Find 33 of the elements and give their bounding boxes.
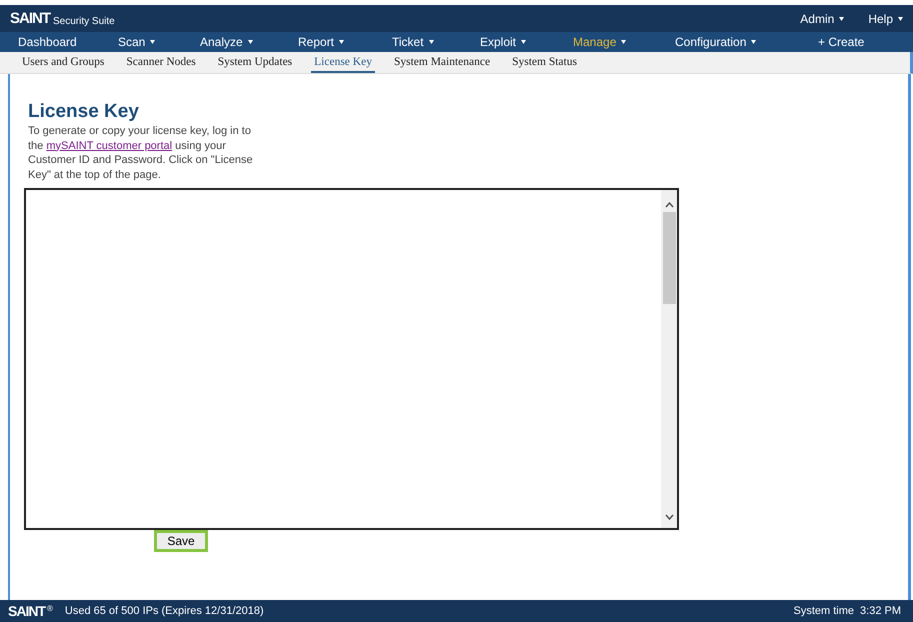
nav-item[interactable]: Ticket — [384, 35, 472, 49]
nav-item[interactable]: Manage — [565, 35, 667, 49]
subnav-tab[interactable]: Scanner Nodes — [123, 52, 199, 73]
nav-item[interactable]: Analyze — [192, 35, 290, 49]
nav-item[interactable]: Exploit — [472, 35, 565, 49]
logo: SAINT — [10, 10, 50, 28]
top-menu[interactable]: Admin — [800, 12, 844, 26]
portal-link[interactable]: mySAINT customer portal — [46, 140, 172, 152]
subnav-tab[interactable]: System Status — [509, 52, 580, 73]
intro-text: To generate or copy your license key, log in to the mySAINT customer portal using your Customer ID and Password. Click on "License Key" at the top of the page. — [28, 124, 254, 182]
system-time: 3:32 PM — [860, 605, 901, 617]
subnav-tab[interactable]: License Key — [311, 52, 375, 73]
nav-item[interactable]: Configuration — [667, 35, 810, 49]
nav-item[interactable]: Dashboard — [10, 35, 110, 49]
page-title: License Key — [28, 101, 140, 123]
usage-text: Used 65 of 500 IPs (Expires 12/31/2018) — [64, 605, 264, 617]
registered-mark: ® — [47, 604, 53, 612]
time-label: System time — [794, 605, 854, 617]
license-key-field[interactable] — [24, 188, 679, 530]
scrollbar[interactable] — [661, 190, 677, 528]
scroll-down-icon[interactable] — [664, 514, 674, 520]
subnav-tab[interactable]: System Maintenance — [390, 52, 494, 73]
scroll-up-icon[interactable] — [664, 202, 674, 208]
nav-item[interactable]: Report — [290, 35, 384, 49]
save-button[interactable]: Save — [154, 530, 208, 552]
nav-item[interactable]: + Create — [810, 35, 890, 49]
footer-logo: SAINT — [8, 602, 45, 620]
top-menu[interactable]: Help — [868, 12, 903, 26]
product-name: Security Suite — [53, 16, 115, 26]
subnav-tab[interactable]: System Updates — [214, 52, 296, 73]
subnav-tab[interactable]: Users and Groups — [19, 52, 108, 73]
nav-item[interactable]: Scan — [110, 35, 192, 49]
scroll-thumb[interactable] — [662, 212, 676, 304]
